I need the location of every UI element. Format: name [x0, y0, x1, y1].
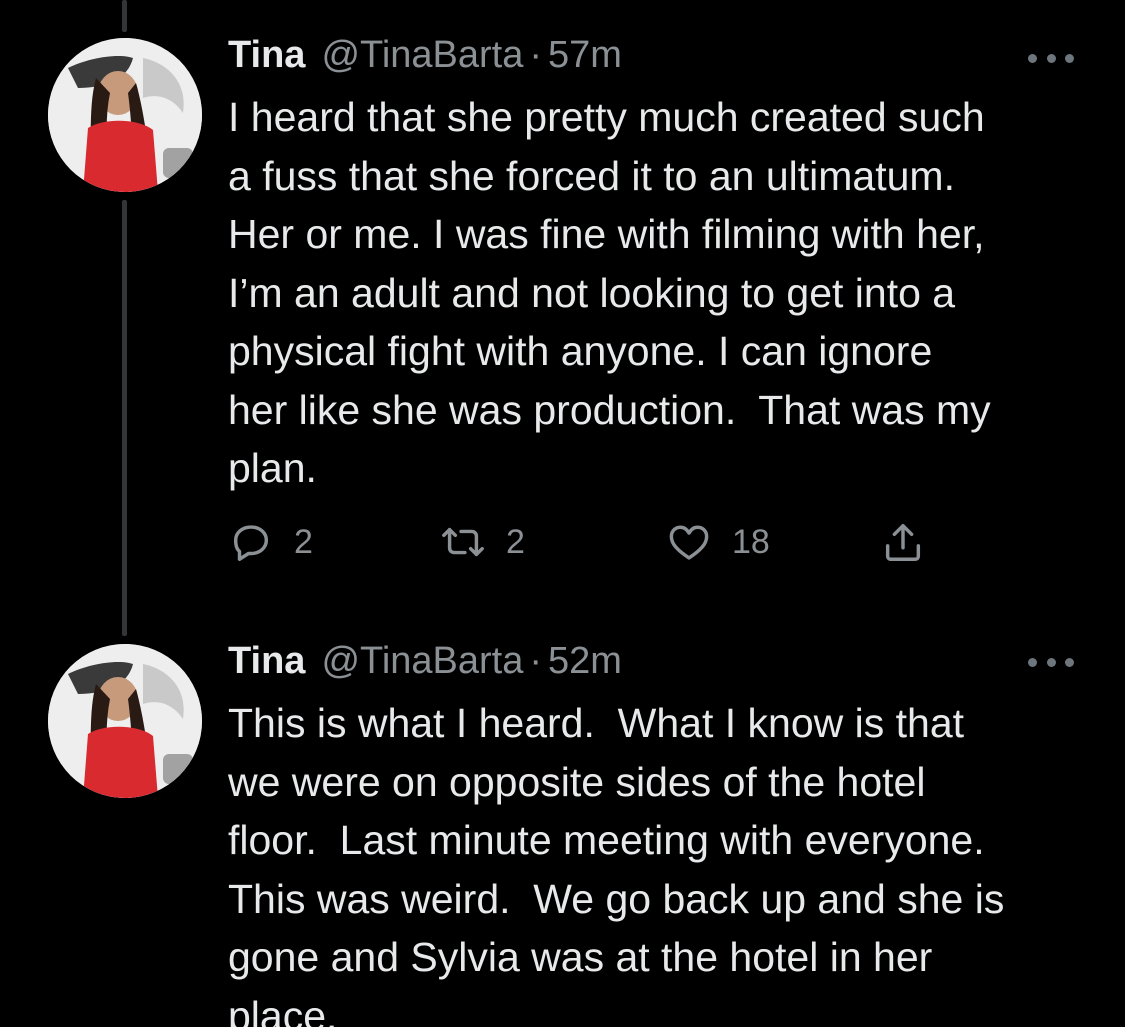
profile-photo [48, 38, 202, 192]
timestamp[interactable]: 57m [548, 34, 622, 77]
tweet-thread: Tina @TinaBarta · 57m I heard that she p… [0, 0, 1125, 1027]
like-button[interactable]: 18 [666, 517, 770, 567]
reply-button[interactable]: 2 [228, 517, 313, 567]
tweet-header: Tina @TinaBarta · 57m [228, 34, 622, 84]
tweet-actions: 2 2 18 [228, 517, 948, 567]
timestamp[interactable]: 52m [548, 640, 622, 683]
retweet-count: 2 [506, 522, 525, 561]
separator: · [529, 640, 543, 682]
tweet[interactable]: Tina @TinaBarta · 52m This is what I hea… [0, 620, 1125, 1027]
separator: · [529, 34, 543, 76]
tweet[interactable]: Tina @TinaBarta · 57m I heard that she p… [0, 0, 1125, 620]
more-icon[interactable] [1028, 48, 1074, 68]
profile-photo [48, 644, 202, 798]
avatar[interactable] [48, 38, 202, 192]
retweet-icon [442, 527, 484, 557]
author-handle[interactable]: @TinaBarta [321, 34, 523, 77]
reply-icon [233, 525, 269, 561]
share-icon [885, 523, 921, 561]
heart-icon [669, 525, 709, 560]
retweet-button[interactable]: 2 [440, 517, 525, 567]
author-name[interactable]: Tina [228, 640, 305, 683]
like-count: 18 [732, 522, 770, 561]
author-name[interactable]: Tina [228, 34, 305, 77]
tweet-header: Tina @TinaBarta · 52m [228, 640, 622, 690]
tweet-text: I heard that she pretty much created suc… [228, 94, 991, 491]
share-button[interactable] [880, 517, 926, 567]
tweet-text: This is what I heard. What I know is tha… [228, 700, 1005, 1027]
author-handle[interactable]: @TinaBarta [321, 640, 523, 683]
avatar[interactable] [48, 644, 202, 798]
reply-count: 2 [294, 522, 313, 561]
more-icon[interactable] [1028, 652, 1074, 672]
